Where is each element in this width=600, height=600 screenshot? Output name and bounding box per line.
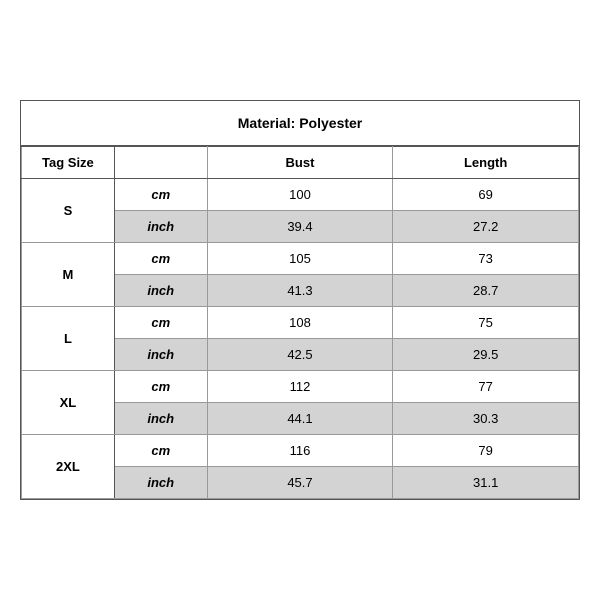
tag-size-cell: L [22, 307, 115, 371]
bust-inch: 44.1 [207, 403, 393, 435]
bust-cm: 112 [207, 371, 393, 403]
bust-inch: 45.7 [207, 467, 393, 499]
length-inch: 31.1 [393, 467, 579, 499]
header-unit [114, 147, 207, 179]
tag-size-cell: S [22, 179, 115, 243]
bust-cm: 105 [207, 243, 393, 275]
unit-inch: inch [114, 403, 207, 435]
bust-inch: 41.3 [207, 275, 393, 307]
unit-inch: inch [114, 275, 207, 307]
table-row: XLcm11277 [22, 371, 579, 403]
length-cm: 77 [393, 371, 579, 403]
bust-inch: 39.4 [207, 211, 393, 243]
chart-title: Material: Polyester [21, 101, 579, 146]
unit-inch: inch [114, 211, 207, 243]
header-tag-size: Tag Size [22, 147, 115, 179]
length-cm: 75 [393, 307, 579, 339]
length-cm: 79 [393, 435, 579, 467]
length-inch: 28.7 [393, 275, 579, 307]
unit-inch: inch [114, 467, 207, 499]
bust-cm: 116 [207, 435, 393, 467]
tag-size-cell: XL [22, 371, 115, 435]
unit-cm: cm [114, 179, 207, 211]
table-row: Mcm10573 [22, 243, 579, 275]
length-inch: 27.2 [393, 211, 579, 243]
bust-inch: 42.5 [207, 339, 393, 371]
header-length: Length [393, 147, 579, 179]
unit-inch: inch [114, 339, 207, 371]
length-cm: 73 [393, 243, 579, 275]
length-inch: 29.5 [393, 339, 579, 371]
table-row: Lcm10875 [22, 307, 579, 339]
header-bust: Bust [207, 147, 393, 179]
size-chart-container: Material: Polyester Tag Size Bust Length… [20, 100, 580, 500]
tag-size-cell: M [22, 243, 115, 307]
size-table: Tag Size Bust Length Scm10069inch39.427.… [21, 146, 579, 499]
bust-cm: 100 [207, 179, 393, 211]
table-row: 2XLcm11679 [22, 435, 579, 467]
unit-cm: cm [114, 307, 207, 339]
bust-cm: 108 [207, 307, 393, 339]
table-row: Scm10069 [22, 179, 579, 211]
length-cm: 69 [393, 179, 579, 211]
tag-size-cell: 2XL [22, 435, 115, 499]
unit-cm: cm [114, 371, 207, 403]
length-inch: 30.3 [393, 403, 579, 435]
unit-cm: cm [114, 435, 207, 467]
unit-cm: cm [114, 243, 207, 275]
